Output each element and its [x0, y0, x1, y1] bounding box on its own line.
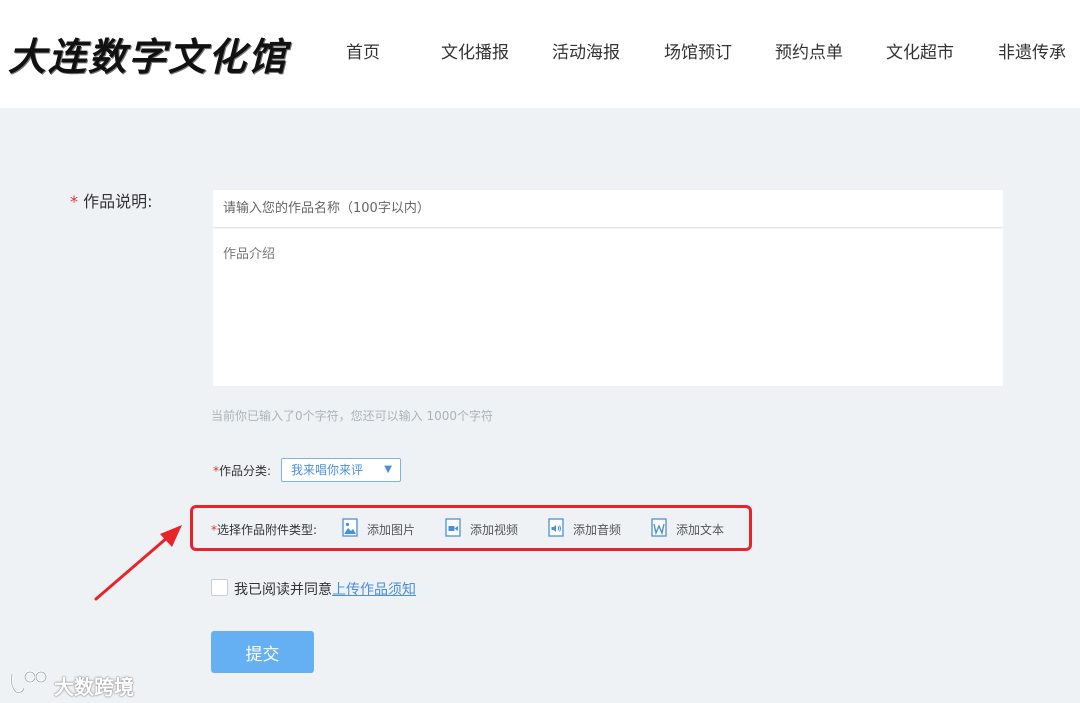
watermark-text: 大数跨境: [54, 675, 134, 699]
nav-item-culture-news[interactable]: 文化播报: [441, 38, 509, 63]
word-doc-icon: [651, 518, 667, 537]
nav-item-home[interactable]: 首页: [346, 38, 380, 63]
dropdown-arrow-icon: ▼: [384, 464, 392, 475]
attachment-type-label-text: 选择作品附件类型:: [217, 523, 318, 537]
video-icon: [445, 518, 461, 537]
add-audio-label: 添加音频: [573, 523, 622, 537]
work-intro-textarea[interactable]: [213, 229, 1003, 386]
watermark-logo-icon: [10, 670, 48, 694]
audio-icon: [548, 518, 564, 537]
add-image-label: 添加图片: [367, 523, 416, 537]
agreement-text: 我已阅读并同意上传作品须知: [234, 579, 416, 599]
nav-item-culture-market[interactable]: 文化超市: [886, 38, 954, 63]
work-title-input[interactable]: [213, 190, 1003, 228]
upload-terms-link[interactable]: 上传作品须知: [332, 582, 416, 598]
site-header: 大连数字文化馆 首页 文化播报 活动海报 场馆预订 预约点单 文化超市 非遗传承: [0, 0, 1080, 108]
image-icon: [342, 518, 358, 537]
site-logo[interactable]: 大连数字文化馆: [8, 26, 288, 81]
category-select[interactable]: 我来唱你来评 ▼: [281, 458, 401, 482]
nav-item-appointment-order[interactable]: 预约点单: [775, 38, 843, 63]
agreement-checkbox[interactable]: [211, 579, 228, 596]
annotation-arrow-icon: [94, 525, 182, 601]
category-label-text: 作品分类:: [219, 464, 272, 478]
nav-item-venue-booking[interactable]: 场馆预订: [664, 38, 732, 63]
category-selected-value: 我来唱你来评: [291, 463, 364, 477]
add-video-label: 添加视频: [470, 523, 519, 537]
attachment-type-label: *选择作品附件类型:: [211, 521, 317, 538]
nav-item-intangible-heritage[interactable]: 非遗传承: [998, 38, 1066, 63]
character-counter: 当前你已输入了0个字符，您还可以输入 1000个字符: [211, 409, 493, 423]
description-label-text: 作品说明:: [83, 192, 153, 211]
description-label: * 作品说明:: [70, 188, 153, 212]
add-text-label: 添加文本: [676, 523, 725, 537]
agreement-prefix: 我已阅读并同意: [234, 582, 332, 598]
submit-button[interactable]: 提交: [211, 631, 314, 673]
nav-item-event-posters[interactable]: 活动海报: [552, 38, 620, 63]
category-label: *作品分类:: [213, 462, 271, 479]
required-mark: *: [70, 192, 78, 211]
